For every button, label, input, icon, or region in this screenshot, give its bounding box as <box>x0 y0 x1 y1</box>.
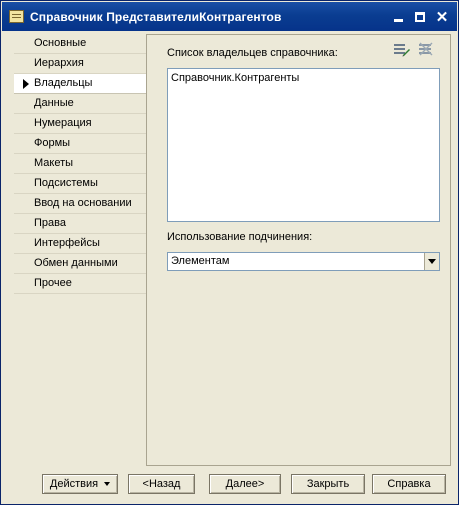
catalog-icon <box>9 10 24 23</box>
sidebar-item-label: Макеты <box>34 157 74 169</box>
sidebar-item-hierarchy[interactable]: Иерархия <box>14 54 146 74</box>
sidebar-item-label: Ввод на основании <box>34 197 132 209</box>
close-icon: ✕ <box>435 8 449 26</box>
dialog-window: Справочник ПредставителиКонтрагентов ✕ О… <box>0 0 459 505</box>
actions-label: Действия <box>49 478 99 490</box>
sidebar-item-forms[interactable]: Формы <box>14 134 146 154</box>
owners-list-label: Список владельцев справочника: <box>167 47 338 59</box>
back-label: <Назад <box>142 478 181 490</box>
sidebar-item-other[interactable]: Прочее <box>14 274 146 294</box>
close-label: Закрыть <box>306 478 350 490</box>
sidebar-item-templates[interactable]: Макеты <box>14 154 146 174</box>
window-title: Справочник ПредставителиКонтрагентов <box>30 9 282 24</box>
sidebar-item-label: Прочее <box>34 277 72 289</box>
maximize-button[interactable] <box>411 8 429 26</box>
help-button[interactable]: Справка <box>372 474 446 494</box>
sidebar-item-subsystems[interactable]: Подсистемы <box>14 174 146 194</box>
sidebar: Основные Иерархия Владельцы Данные Нумер… <box>14 34 147 294</box>
subordination-select[interactable]: Элементам <box>167 252 440 271</box>
subordination-label: Использование подчинения: <box>167 231 313 243</box>
owners-panel: Список владельцев справочника: Справочни… <box>146 34 451 466</box>
sidebar-item-label: Нумерация <box>34 117 92 129</box>
sidebar-item-label: Данные <box>34 97 74 109</box>
maximize-icon <box>415 11 425 22</box>
sidebar-item-numbering[interactable]: Нумерация <box>14 114 146 134</box>
help-label: Справка <box>387 478 431 490</box>
sidebar-item-owners[interactable]: Владельцы <box>14 74 146 94</box>
sidebar-item-based-on[interactable]: Ввод на основании <box>14 194 146 214</box>
list-item[interactable]: Справочник.Контрагенты <box>171 72 299 84</box>
sidebar-item-main[interactable]: Основные <box>14 34 146 54</box>
sidebar-item-label: Формы <box>34 137 71 149</box>
delete-list-icon[interactable] <box>417 42 435 58</box>
minimize-icon <box>393 18 403 22</box>
sidebar-item-label: Обмен данными <box>34 257 118 269</box>
title-bar[interactable]: Справочник ПредставителиКонтрагентов ✕ <box>2 2 457 31</box>
actions-button[interactable]: Действия <box>42 474 118 494</box>
sidebar-item-label: Иерархия <box>34 57 84 69</box>
chevron-down-icon <box>104 482 111 486</box>
minimize-button[interactable] <box>389 8 407 26</box>
back-button[interactable]: <Назад <box>128 474 195 494</box>
close-button[interactable]: Закрыть <box>291 474 365 494</box>
owners-listbox[interactable]: Справочник.Контрагенты <box>167 68 440 222</box>
next-label: Далее> <box>225 478 265 490</box>
current-arrow-icon <box>23 79 29 89</box>
dropdown-button[interactable] <box>424 253 439 270</box>
sidebar-item-interfaces[interactable]: Интерфейсы <box>14 234 146 254</box>
sidebar-item-label: Основные <box>34 37 87 49</box>
sidebar-item-label: Интерфейсы <box>34 237 100 249</box>
sidebar-item-label: Владельцы <box>34 77 93 89</box>
close-window-button[interactable]: ✕ <box>433 8 451 26</box>
next-button[interactable]: Далее> <box>209 474 281 494</box>
sidebar-item-label: Права <box>34 217 66 229</box>
subordination-value: Элементам <box>171 255 230 267</box>
chevron-down-icon <box>428 259 436 264</box>
sidebar-item-data-exchange[interactable]: Обмен данными <box>14 254 146 274</box>
sidebar-item-data[interactable]: Данные <box>14 94 146 114</box>
sidebar-item-rights[interactable]: Права <box>14 214 146 234</box>
sidebar-item-label: Подсистемы <box>34 177 98 189</box>
edit-list-icon[interactable] <box>393 42 411 58</box>
